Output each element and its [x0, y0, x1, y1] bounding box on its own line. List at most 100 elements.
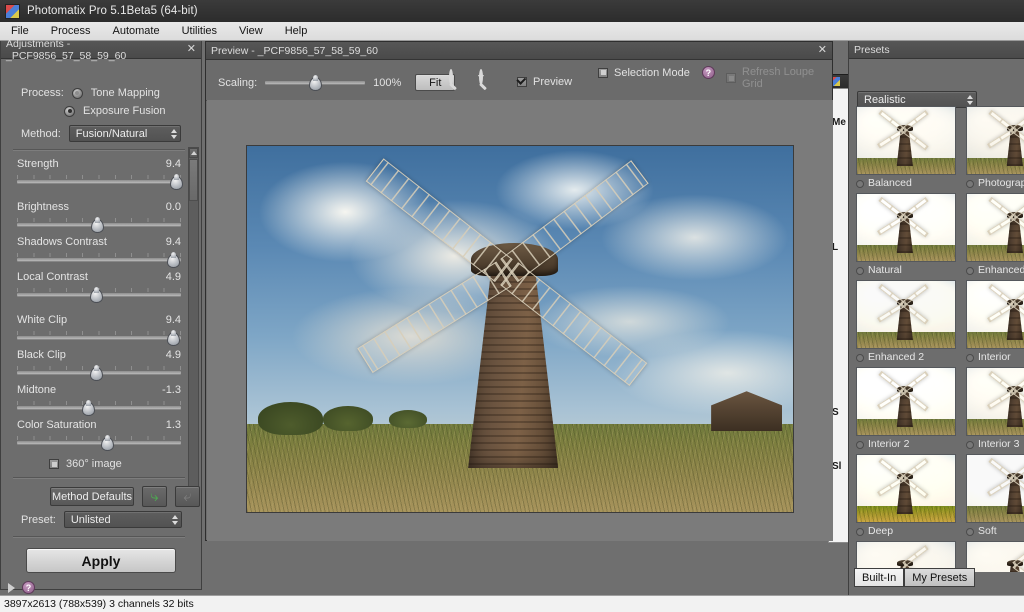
slider-track[interactable] — [17, 180, 181, 183]
preset-item-natural[interactable]: Natural — [856, 193, 958, 279]
slider-knob[interactable] — [166, 330, 180, 346]
method-dropdown[interactable]: Fusion/Natural — [68, 125, 181, 142]
slider-local-contrast[interactable]: Local Contrast 4.9 — [17, 271, 181, 314]
slider-track[interactable] — [17, 336, 181, 339]
close-icon[interactable]: ✕ — [187, 44, 196, 55]
tab-built-in[interactable]: Built-In — [854, 568, 905, 587]
preset-radio[interactable] — [966, 353, 974, 362]
background-label-sl: Sl — [832, 461, 842, 472]
preview-window: Preview - _PCF9856_57_58_59_60 ✕ Scaling… — [205, 41, 833, 541]
slider-color-saturation-value: 1.3 — [165, 419, 181, 431]
slider-shadows-contrast[interactable]: Shadows Contrast 9.4 — [17, 236, 181, 271]
preset-radio[interactable] — [856, 440, 864, 449]
undo-arrow-icon[interactable]: ⤷ — [142, 486, 167, 507]
preview-canvas[interactable] — [207, 100, 833, 541]
image360-checkbox[interactable] — [49, 459, 59, 469]
radio-exposure-fusion[interactable] — [64, 105, 75, 117]
photo-bush — [257, 402, 324, 436]
preset-radio[interactable] — [856, 353, 864, 362]
preset-thumbnail[interactable] — [966, 106, 1024, 175]
preset-label: Interior 2 — [868, 438, 910, 450]
slider-color-saturation[interactable]: Color Saturation 1.3 — [17, 419, 181, 454]
preset-item-enhanced-2[interactable]: Enhanced 2 — [856, 280, 958, 366]
preset-thumbnail[interactable] — [966, 280, 1024, 349]
slider-knob[interactable] — [101, 435, 115, 451]
preset-radio[interactable] — [966, 527, 974, 536]
zoom-out-button[interactable]: − — [448, 69, 454, 85]
preset-thumbnail[interactable] — [856, 106, 956, 175]
expand-triangle-icon[interactable] — [8, 582, 15, 593]
apply-button[interactable]: Apply — [26, 548, 176, 573]
help-question-icon[interactable]: ? — [22, 581, 35, 594]
preview-toggle[interactable]: Preview — [517, 76, 572, 88]
preset-label: Soft — [978, 525, 997, 537]
method-defaults-button[interactable]: Method Defaults — [50, 487, 134, 506]
preset-radio[interactable] — [966, 179, 974, 188]
preset-radio[interactable] — [856, 527, 864, 536]
preview-title-bar: Preview - _PCF9856_57_58_59_60 ✕ — [206, 42, 832, 60]
divider-top — [13, 149, 185, 151]
preset-thumbnail[interactable] — [856, 367, 956, 436]
slider-midtone[interactable]: Midtone -1.3 — [17, 384, 181, 419]
slider-knob[interactable] — [170, 174, 184, 190]
disabled-option-label: Refresh Loupe Grid — [742, 66, 815, 90]
scroll-up-button[interactable] — [189, 148, 198, 158]
help-question-icon[interactable]: ? — [701, 66, 715, 79]
scaling-slider-knob[interactable] — [309, 75, 323, 91]
selection-mode-checkbox[interactable] — [598, 67, 608, 78]
disabled-option-toggle: Refresh Loupe Grid — [726, 66, 832, 90]
preset-dropdown[interactable]: Unlisted — [63, 511, 182, 528]
preset-radio[interactable] — [966, 440, 974, 449]
slider-local-contrast-value: 4.9 — [165, 271, 181, 283]
slider-strength[interactable]: Strength 9.4 — [17, 158, 184, 201]
slider-knob[interactable] — [89, 287, 103, 303]
menu-item-help[interactable]: Help — [274, 22, 319, 40]
adjustments-scrollbar[interactable] — [188, 147, 199, 507]
slider-knob[interactable] — [89, 365, 103, 381]
preset-thumbnail[interactable] — [856, 280, 956, 349]
preset-radio[interactable] — [856, 179, 864, 188]
scaling-slider[interactable] — [265, 75, 366, 91]
preset-label: Photograp — [978, 177, 1024, 189]
defaults-row: Method Defaults ⤷ ⤶ — [50, 486, 200, 507]
slider-track[interactable] — [17, 258, 181, 261]
preset-thumbnail[interactable] — [966, 454, 1024, 523]
preset-thumbnail[interactable] — [856, 193, 956, 262]
scrollbar-thumb[interactable] — [189, 159, 198, 201]
preset-item-interior[interactable]: Interior — [966, 280, 1024, 366]
preset-item-interior-2[interactable]: Interior 2 — [856, 367, 958, 453]
image360-row[interactable]: 360° image — [49, 458, 122, 470]
slider-knob[interactable] — [166, 252, 180, 268]
preset-item-deep[interactable]: Deep — [856, 454, 958, 540]
slider-knob[interactable] — [81, 400, 95, 416]
slider-brightness[interactable]: Brightness 0.0 — [17, 201, 181, 236]
slider-black-clip[interactable]: Black Clip 4.9 — [17, 349, 181, 384]
slider-track[interactable] — [17, 406, 181, 409]
preview-checkbox[interactable] — [517, 77, 527, 87]
preset-thumbnail[interactable] — [966, 367, 1024, 436]
preset-radio[interactable] — [966, 266, 974, 275]
close-icon[interactable]: ✕ — [818, 45, 827, 56]
preset-item-photographic[interactable]: Photograp — [966, 106, 1024, 192]
preset-radio[interactable] — [856, 266, 864, 275]
slider-track[interactable] — [17, 441, 181, 444]
slider-ticks — [17, 253, 181, 257]
slider-white-clip[interactable]: White Clip 9.4 — [17, 314, 181, 349]
presets-grid[interactable]: Balanced Photograp Natural Enhanced Enha… — [848, 106, 1024, 572]
preset-thumbnail[interactable] — [856, 454, 956, 523]
selection-mode-toggle[interactable]: Selection Mode ? — [598, 66, 715, 79]
scaling-value: 100% — [373, 76, 402, 89]
adjustments-title-bar: Adjustments - _PCF9856_57_58_59_60 ✕ — [1, 38, 201, 62]
tab-my-presets[interactable]: My Presets — [904, 568, 976, 587]
preset-item-interior-3[interactable]: Interior 3 — [966, 367, 1024, 453]
preset-item-soft[interactable]: Soft — [966, 454, 1024, 540]
menu-item-view[interactable]: View — [228, 22, 274, 40]
slider-knob[interactable] — [91, 217, 105, 233]
status-bar-text: 3897x2613 (788x539) 3 channels 32 bits — [4, 598, 194, 610]
zoom-in-button[interactable]: + — [478, 69, 484, 85]
radio-tone-mapping[interactable] — [71, 87, 83, 99]
preset-item-enhanced[interactable]: Enhanced — [966, 193, 1024, 279]
preset-thumbnail[interactable] — [966, 193, 1024, 262]
preset-item-balanced[interactable]: Balanced — [856, 106, 958, 192]
windmill-photograph[interactable] — [246, 145, 794, 513]
